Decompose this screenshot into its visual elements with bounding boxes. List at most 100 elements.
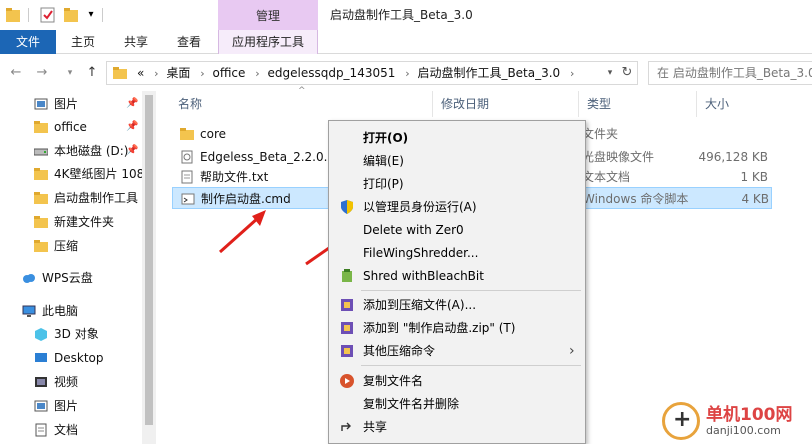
new-folder-icon[interactable] [64,6,78,24]
scrollbar-thumb[interactable] [145,95,153,425]
context-menu-item[interactable]: FileWingShredder... [331,242,583,264]
drive-icon [34,148,48,156]
folder-icon [113,67,127,79]
file-type: Windows 命令脚本 [583,192,689,206]
up-arrow-icon[interactable]: ↑ [84,64,100,82]
context-menu-item[interactable]: 添加到压缩文件(A)... [331,294,583,316]
breadcrumb-desktop[interactable]: 桌面 [166,66,190,80]
nav-item-0[interactable]: 图片 📌 [0,93,142,115]
customize-toolbar-icon[interactable]: ▾ [86,6,96,24]
tab-home[interactable]: 主页 [58,30,108,54]
context-menu-label: 复制文件名 [363,374,424,388]
pin-icon[interactable]: 📌 [126,93,138,115]
context-menu-label: FileWingShredder... [363,246,479,260]
context-menu-label: 添加到压缩文件(A)... [363,298,477,312]
context-menu-item[interactable]: Delete with Zer0 [331,219,583,241]
chevron-right-icon[interactable]: › [154,67,158,80]
address-row: ← → ▾ ↑ « › 桌面 › office › edgelessqdp_14… [0,55,812,91]
file-size: 1 KB [740,170,768,184]
tab-file[interactable]: 文件 [0,30,56,54]
recent-locations-icon[interactable]: ▾ [62,64,78,82]
watermark-logo-icon: + [662,402,700,440]
nav-item-2[interactable]: 本地磁盘 (D:) 📌 [0,140,142,162]
watermark-logo: + 单机100网 danji100.com [662,398,812,444]
breadcrumb-office[interactable]: office [212,66,245,80]
context-menu-item[interactable]: 编辑(E) [331,150,583,172]
bleachbit-icon [342,269,352,282]
context-menu-item[interactable]: 复制文件名 [331,370,583,392]
context-menu-label: 添加到 "制作启动盘.zip" (T) [363,321,516,335]
chevron-right-icon: › [569,343,575,359]
breadcrumb-current[interactable]: 启动盘制作工具_Beta_3.0 [417,66,560,80]
file-type: 文件夹 [582,127,619,141]
window-title: 启动盘制作工具_Beta_3.0 [330,8,473,22]
folder-icon [34,168,48,180]
nav-item-1[interactable]: office 📌 [0,116,142,138]
forward-arrow-icon[interactable]: → [34,64,50,82]
address-bar[interactable]: « › 桌面 › office › edgelessqdp_143051 › 启… [106,61,638,85]
toolbar-divider [28,8,29,22]
column-header-date[interactable]: 修改日期 [432,91,578,117]
column-header-type[interactable]: 类型 [578,91,696,117]
pin-icon[interactable]: 📌 [126,116,138,138]
context-menu-item[interactable]: 共享 [331,416,583,438]
search-placeholder: 在 启动盘制作工具_Beta_3.0 [657,66,812,80]
nav-item-12[interactable]: 图片 [0,395,142,417]
nav-item-11[interactable]: 视频 [0,371,142,393]
file-name: 帮助文件.txt [200,170,269,184]
context-menu-item[interactable]: 添加到 "制作启动盘.zip" (T) [331,317,583,339]
nav-item-label: 本地磁盘 (D:) [54,144,129,158]
video-icon [35,377,47,387]
context-menu-label: Shred withBleachBit [363,269,484,283]
properties-icon[interactable] [40,6,56,24]
nav-item-3[interactable]: 4K壁纸图片 108 [0,163,142,185]
manage-tab[interactable]: 管理 [218,0,318,30]
chevron-right-icon[interactable]: › [200,67,204,80]
nav-item-6[interactable]: 压缩 [0,235,142,257]
nav-item-label: 图片 [54,97,79,111]
pictures-icon [34,98,48,110]
back-arrow-icon[interactable]: ← [8,64,24,82]
chevron-right-icon[interactable]: › [570,67,574,80]
breadcrumb-edgelessqdp[interactable]: edgelessqdp_143051 [267,66,395,80]
folder-icon[interactable] [6,6,20,24]
context-menu-item[interactable]: 复制文件名并删除 [331,393,583,415]
nav-item-9[interactable]: 3D 对象 [0,323,142,345]
context-menu-item[interactable]: Shred withBleachBit [331,265,583,287]
nav-item-label: 此电脑 [42,304,79,318]
context-menu-label: 复制文件名并删除 [363,397,460,411]
tab-view[interactable]: 查看 [164,30,214,54]
nav-item-7[interactable]: WPS云盘 [0,267,142,289]
chevron-right-icon[interactable]: › [255,67,259,80]
context-menu-item[interactable]: 打开(O) [331,127,583,149]
nav-item-4[interactable]: 启动盘制作工具 [0,187,142,209]
archive-icon [341,299,353,311]
pin-icon[interactable]: 📌 [126,140,138,162]
address-dropdown-icon[interactable]: ▾ [603,62,617,84]
context-menu-item[interactable]: 其他压缩命令 › [331,340,583,362]
nav-item-label: 文档 [54,423,79,437]
nav-item-5[interactable]: 新建文件夹 [0,211,142,233]
context-menu-item[interactable]: 打印(P) [331,173,583,195]
search-input[interactable]: 在 启动盘制作工具_Beta_3.0 [648,61,812,85]
breadcrumb-overflow[interactable]: « [137,66,144,80]
context-menu-item[interactable]: 以管理员身份运行(A) [331,196,583,218]
nav-item-label: WPS云盘 [42,271,93,285]
navigation-scrollbar[interactable] [142,91,156,444]
context-menu-label: 以管理员身份运行(A) [363,200,477,214]
nav-item-label: 新建文件夹 [54,215,115,229]
tab-application-tools[interactable]: 应用程序工具 [218,30,318,54]
archive-icon [341,322,353,334]
refresh-icon[interactable]: ↻ [619,62,635,84]
file-name: core [200,127,226,141]
nav-item-10[interactable]: Desktop [0,347,142,369]
column-header-row: 名称 修改日期 类型 大小 [170,91,812,117]
nav-item-13[interactable]: 文档 [0,419,142,441]
nav-item-8[interactable]: 此电脑 [0,300,142,322]
title-bar: ▾ 管理 启动盘制作工具_Beta_3.0 [0,0,812,30]
ribbon-tabs: 文件 主页 共享 查看 应用程序工具 [0,30,812,54]
column-header-size[interactable]: 大小 [696,91,812,117]
nav-item-label: office [54,120,87,134]
tab-share[interactable]: 共享 [110,30,162,54]
chevron-right-icon[interactable]: › [405,67,409,80]
